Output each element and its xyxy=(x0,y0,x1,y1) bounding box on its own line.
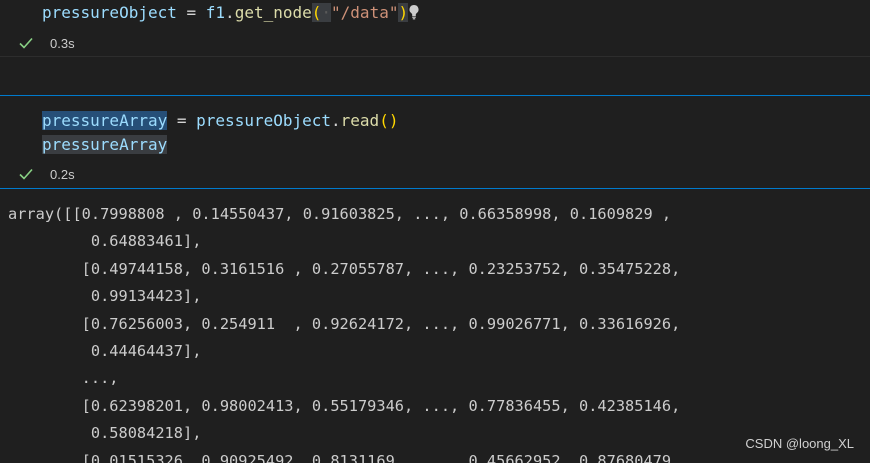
cell-output: array([[0.7998808 , 0.14550437, 0.916038… xyxy=(8,201,680,463)
output-line: 0.99134423], xyxy=(8,287,202,306)
checkmark-icon xyxy=(19,37,33,49)
cell2-exec-time: 0.2s xyxy=(50,166,75,182)
output-line: 0.64883461], xyxy=(8,232,202,251)
cell1-variable: pressureObject xyxy=(42,3,177,22)
cell1-object: f1 xyxy=(205,3,226,22)
cell2-method: read xyxy=(340,111,380,130)
cell2-object: pressureObject xyxy=(196,111,332,130)
output-line: ..., xyxy=(8,369,119,388)
cell2-code-line-2[interactable]: pressureArray xyxy=(42,133,168,157)
cell1-exec-time: 0.3s xyxy=(50,35,75,51)
cell1-execution-status: 0.3s xyxy=(18,33,75,53)
cell1-method: get_node xyxy=(234,3,312,22)
output-line: [0.49744158, 0.3161516 , 0.27055787, ...… xyxy=(8,259,681,278)
cell2-variable-highlighted: pressureArray xyxy=(42,111,168,130)
output-line: array([[0.7998808 , 0.14550437, 0.916038… xyxy=(8,205,672,223)
cell2-top-border xyxy=(0,95,870,96)
cell2-variable-output: pressureArray xyxy=(42,135,168,154)
cell1-code-line[interactable]: pressureObject = f1.get_node(·"/data") xyxy=(42,1,420,25)
lightbulb-icon[interactable] xyxy=(408,4,420,20)
cell1-string-arg: "/data" xyxy=(331,3,399,22)
cell1-operator: = xyxy=(186,3,197,22)
cell2-code-line-1[interactable]: pressureArray = pressureObject.read() xyxy=(42,109,398,133)
output-line: [0.76256003, 0.254911 , 0.92624172, ...,… xyxy=(8,314,681,333)
output-line: [0.62398201, 0.98002413, 0.55179346, ...… xyxy=(8,396,681,415)
checkmark-icon xyxy=(19,168,33,180)
cell2-bottom-border xyxy=(0,188,870,189)
cell1-divider xyxy=(0,56,870,57)
cell2-execution-status: 0.2s xyxy=(18,164,75,184)
output-line: [0.01515326, 0.90925492, 0.8131169 , ...… xyxy=(8,451,681,463)
output-line: 0.58084218], xyxy=(8,424,202,443)
cell2-operator: = xyxy=(176,111,187,130)
output-line: 0.44464437], xyxy=(8,342,202,361)
watermark: CSDN @loong_XL xyxy=(745,436,854,451)
